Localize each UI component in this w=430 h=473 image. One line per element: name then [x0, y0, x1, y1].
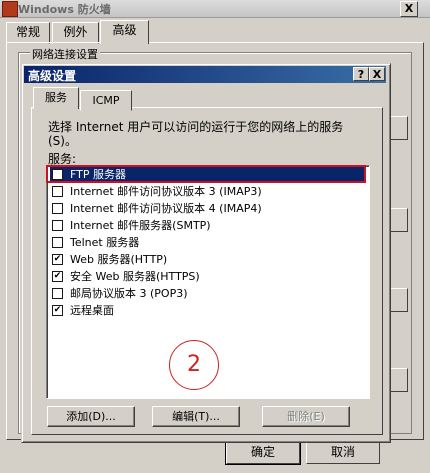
- service-label-https: 安全 Web 服务器(HTTPS): [70, 270, 200, 283]
- service-item-remote-desktop[interactable]: ✔ 远程桌面: [50, 302, 366, 319]
- service-item-smtp[interactable]: Internet 邮件服务器(SMTP): [50, 217, 366, 234]
- firewall-settings-button-3[interactable]: [388, 288, 408, 312]
- firewall-cancel-button[interactable]: 取消: [306, 441, 380, 464]
- highlight-outline: [46, 165, 366, 183]
- dialog-close-button[interactable]: X: [369, 67, 385, 81]
- services-description: 选择 Internet 用户可以访问的运行于您的网络上的服务(S)。: [48, 120, 344, 148]
- service-checkbox-remote-desktop[interactable]: ✔: [52, 305, 63, 316]
- tab-exceptions[interactable]: 例外: [52, 22, 99, 44]
- firewall-settings-button-4[interactable]: [388, 368, 408, 392]
- firewall-ok-button[interactable]: 确定: [225, 440, 301, 465]
- service-item-telnet[interactable]: Telnet 服务器: [50, 234, 366, 251]
- tab-icmp[interactable]: ICMP: [80, 90, 132, 111]
- firewall-title: Windows 防火墙: [18, 3, 111, 16]
- service-checkbox-http[interactable]: ✔: [52, 254, 63, 265]
- service-label-http: Web 服务器(HTTP): [70, 253, 168, 266]
- service-label-smtp: Internet 邮件服务器(SMTP): [70, 219, 211, 232]
- edit-button[interactable]: 编辑(T)...: [152, 406, 240, 427]
- service-checkbox-telnet[interactable]: [52, 237, 63, 248]
- service-label-imap3: Internet 邮件访问协议版本 3 (IMAP3): [70, 185, 262, 198]
- dialog-titlebar: 高级设置 ? X: [24, 66, 386, 83]
- network-connection-group-label: 网络连接设置: [30, 46, 100, 62]
- service-label-pop3: 邮局协议版本 3 (POP3): [70, 287, 188, 300]
- service-checkbox-smtp[interactable]: [52, 220, 63, 231]
- service-label-telnet: Telnet 服务器: [70, 236, 140, 249]
- service-label-imap4: Internet 邮件访问协议版本 4 (IMAP4): [70, 202, 262, 215]
- service-item-imap3[interactable]: Internet 邮件访问协议版本 3 (IMAP3): [50, 183, 366, 200]
- service-checkbox-imap4[interactable]: [52, 203, 63, 214]
- tab-general[interactable]: 常规: [6, 22, 50, 44]
- service-label-remote-desktop: 远程桌面: [70, 304, 114, 317]
- firewall-settings-button[interactable]: [388, 116, 408, 140]
- service-item-https[interactable]: ✔ 安全 Web 服务器(HTTPS): [50, 268, 366, 285]
- service-item-pop3[interactable]: 邮局协议版本 3 (POP3): [50, 285, 366, 302]
- delete-button[interactable]: 删除(E): [262, 406, 350, 427]
- help-button[interactable]: ?: [353, 67, 369, 81]
- tab-services[interactable]: 服务: [33, 87, 79, 109]
- firewall-app-icon: [2, 1, 18, 17]
- firewall-settings-button-2[interactable]: [388, 208, 408, 232]
- add-button[interactable]: 添加(D)...: [47, 406, 135, 427]
- service-item-http[interactable]: ✔ Web 服务器(HTTP): [50, 251, 366, 268]
- firewall-titlebar: Windows 防火墙 X: [0, 0, 430, 18]
- service-item-imap4[interactable]: Internet 邮件访问协议版本 4 (IMAP4): [50, 200, 366, 217]
- dialog-title: 高级设置: [28, 69, 77, 83]
- annotation-circle: 2: [169, 340, 219, 390]
- service-checkbox-imap3[interactable]: [52, 186, 63, 197]
- service-checkbox-pop3[interactable]: [52, 288, 63, 299]
- tab-advanced[interactable]: 高级: [100, 20, 149, 44]
- firewall-close-button[interactable]: X: [400, 1, 418, 17]
- service-checkbox-https[interactable]: ✔: [52, 271, 63, 282]
